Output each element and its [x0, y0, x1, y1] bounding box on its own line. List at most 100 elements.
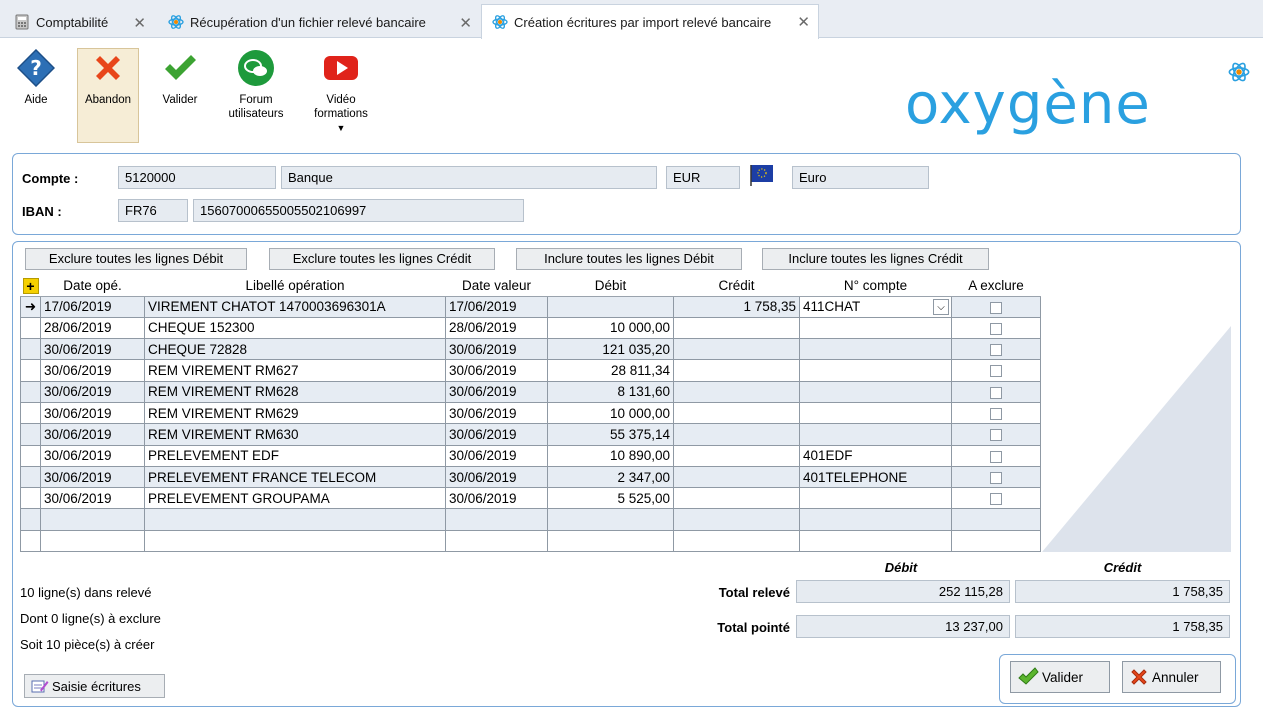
table-row[interactable]: 30/06/2019 PRELEVEMENT FRANCE TELECOM 30… [20, 465, 1041, 489]
cell-compte[interactable] [799, 316, 952, 340]
cell-libelle[interactable]: CHEQUE 152300 [144, 316, 446, 340]
cell-date-valeur[interactable]: 30/06/2019 [445, 487, 548, 510]
dropdown-arrow-icon[interactable]: ▼ [337, 123, 346, 133]
exclude-credit-button[interactable]: Exclure toutes les lignes Crédit [269, 248, 495, 270]
cell-debit[interactable]: 10 000,00 [547, 316, 674, 340]
cell-libelle[interactable]: REM VIREMENT RM629 [144, 401, 446, 425]
tab-comptabilite[interactable]: Comptabilité ✕ [4, 6, 154, 38]
table-row[interactable]: 30/06/2019 CHEQUE 72828 30/06/2019 121 0… [20, 338, 1041, 361]
cell-compte[interactable] [799, 487, 952, 510]
cell-date-op[interactable]: 30/06/2019 [40, 359, 145, 382]
abandon-button[interactable]: Abandon [77, 48, 139, 143]
cell-date-op[interactable]: 30/06/2019 [40, 423, 145, 446]
cell-libelle[interactable]: CHEQUE 72828 [144, 338, 446, 361]
cell-date-valeur[interactable]: 30/06/2019 [445, 359, 548, 382]
exclude-debit-button[interactable]: Exclure toutes les lignes Débit [25, 248, 247, 270]
cell-date-valeur[interactable]: 30/06/2019 [445, 380, 548, 403]
cell-compte[interactable]: 401TELEPHONE [799, 465, 952, 489]
table-row-empty[interactable] [20, 508, 1041, 531]
exclude-checkbox[interactable] [951, 487, 1041, 510]
cell-compte[interactable] [799, 401, 952, 425]
exclude-checkbox[interactable] [951, 316, 1041, 340]
cell-compte[interactable] [799, 359, 952, 382]
chevron-down-icon[interactable]: ⌵ [933, 298, 949, 315]
cell-credit[interactable] [673, 401, 800, 425]
cell-credit[interactable] [673, 444, 800, 467]
exclude-checkbox[interactable] [951, 444, 1041, 467]
cell-debit[interactable]: 5 525,00 [547, 487, 674, 510]
cell-credit[interactable] [673, 423, 800, 446]
cell-date-valeur[interactable]: 17/06/2019 [445, 295, 548, 318]
col-date-valeur[interactable]: Date valeur [445, 276, 548, 297]
cell-compte[interactable] [799, 423, 952, 446]
table-row[interactable]: 30/06/2019 REM VIREMENT RM629 30/06/2019… [20, 401, 1041, 425]
cell-date-valeur[interactable]: 30/06/2019 [445, 423, 548, 446]
cell-date-op[interactable]: 30/06/2019 [40, 487, 145, 510]
cell-debit[interactable]: 2 347,00 [547, 465, 674, 489]
include-debit-button[interactable]: Inclure toutes les lignes Débit [516, 248, 742, 270]
saisie-ecritures-button[interactable]: Saisie écritures [24, 674, 165, 698]
cell-date-valeur[interactable]: 28/06/2019 [445, 316, 548, 340]
cell-date-op[interactable]: 30/06/2019 [40, 401, 145, 425]
col-date-op[interactable]: Date opé. [40, 276, 145, 297]
cell-credit[interactable] [673, 359, 800, 382]
cell-libelle[interactable]: REM VIREMENT RM627 [144, 359, 446, 382]
cell-debit[interactable]: 121 035,20 [547, 338, 674, 361]
cell-libelle[interactable]: PRELEVEMENT GROUPAMA [144, 487, 446, 510]
col-exclure[interactable]: A exclure [951, 276, 1041, 297]
cell-date-valeur[interactable]: 30/06/2019 [445, 444, 548, 467]
cell-credit[interactable] [673, 380, 800, 403]
cell-libelle[interactable]: REM VIREMENT RM630 [144, 423, 446, 446]
cell-debit[interactable]: 10 000,00 [547, 401, 674, 425]
table-row[interactable]: 30/06/2019 REM VIREMENT RM628 30/06/2019… [20, 380, 1041, 403]
table-row[interactable]: 30/06/2019 PRELEVEMENT EDF 30/06/2019 10… [20, 444, 1041, 467]
cell-date-op[interactable]: 17/06/2019 [40, 295, 145, 318]
forum-button[interactable]: Forum utilisateurs [224, 49, 288, 121]
exclude-checkbox[interactable] [951, 380, 1041, 403]
cell-compte[interactable] [799, 338, 952, 361]
col-credit[interactable]: Crédit [673, 276, 800, 297]
video-button[interactable]: Vidéo formations ▼ [305, 49, 377, 135]
close-icon[interactable]: ✕ [133, 14, 146, 32]
include-credit-button[interactable]: Inclure toutes les lignes Crédit [762, 248, 989, 270]
exclude-checkbox[interactable] [951, 338, 1041, 361]
cell-credit[interactable] [673, 338, 800, 361]
cell-credit[interactable]: 1 758,35 [673, 295, 800, 318]
cell-debit[interactable]: 55 375,14 [547, 423, 674, 446]
cell-libelle[interactable]: VIREMENT CHATOT 1470003696301A [144, 295, 446, 318]
cell-credit[interactable] [673, 465, 800, 489]
close-icon[interactable]: ✕ [459, 14, 472, 32]
tab-recuperation[interactable]: Récupération d'un fichier relevé bancair… [158, 6, 480, 38]
cell-libelle[interactable]: PRELEVEMENT FRANCE TELECOM [144, 465, 446, 489]
tab-creation-ecritures[interactable]: Création écritures par import relevé ban… [481, 4, 819, 39]
add-row-icon[interactable]: + [20, 276, 41, 297]
cell-debit[interactable]: 10 890,00 [547, 444, 674, 467]
exclude-checkbox[interactable] [951, 295, 1041, 318]
exclude-checkbox[interactable] [951, 359, 1041, 382]
validate-dialog-button[interactable]: Valider [1010, 661, 1110, 693]
table-row[interactable]: 28/06/2019 CHEQUE 152300 28/06/2019 10 0… [20, 316, 1041, 340]
help-button[interactable]: ? Aide [5, 49, 67, 107]
table-row[interactable]: 30/06/2019 REM VIREMENT RM630 30/06/2019… [20, 423, 1041, 446]
col-debit[interactable]: Débit [547, 276, 674, 297]
exclude-checkbox[interactable] [951, 423, 1041, 446]
col-libelle[interactable]: Libellé opération [144, 276, 446, 297]
cell-debit[interactable]: 28 811,34 [547, 359, 674, 382]
cell-date-valeur[interactable]: 30/06/2019 [445, 401, 548, 425]
cell-date-op[interactable]: 30/06/2019 [40, 380, 145, 403]
cell-debit[interactable] [547, 295, 674, 318]
cell-date-op[interactable]: 28/06/2019 [40, 316, 145, 340]
exclude-checkbox[interactable] [951, 401, 1041, 425]
cell-credit[interactable] [673, 316, 800, 340]
col-compte[interactable]: N° compte [799, 276, 952, 297]
cell-date-valeur[interactable]: 30/06/2019 [445, 465, 548, 489]
cell-libelle[interactable]: REM VIREMENT RM628 [144, 380, 446, 403]
cell-compte[interactable]: 401EDF [799, 444, 952, 467]
table-row-empty[interactable] [20, 529, 1041, 553]
cell-debit[interactable]: 8 131,60 [547, 380, 674, 403]
cell-libelle[interactable]: PRELEVEMENT EDF [144, 444, 446, 467]
cell-date-valeur[interactable]: 30/06/2019 [445, 338, 548, 361]
table-row[interactable]: 30/06/2019 PRELEVEMENT GROUPAMA 30/06/20… [20, 487, 1041, 510]
cell-credit[interactable] [673, 487, 800, 510]
table-row[interactable]: ➜ 17/06/2019 VIREMENT CHATOT 14700036963… [20, 295, 1041, 318]
